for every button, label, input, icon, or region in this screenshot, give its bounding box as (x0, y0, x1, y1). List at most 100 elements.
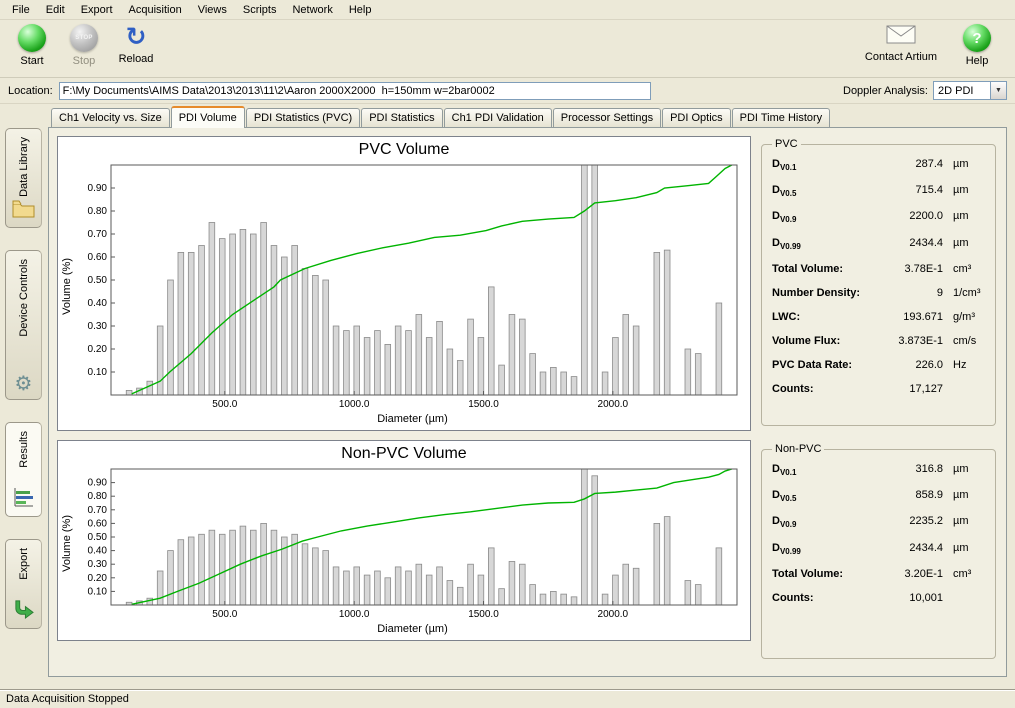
sidebar-item-export[interactable]: Export (5, 539, 42, 629)
svg-text:2000.0: 2000.0 (598, 399, 629, 410)
stat-value: 226.0 (879, 359, 943, 371)
stat-unit: µm (943, 237, 985, 249)
svg-text:1000.0: 1000.0 (339, 609, 370, 620)
pvc-volume-chart-title: PVC Volume (58, 139, 750, 160)
gear-icon: ⚙ (15, 374, 33, 394)
tab-page-pdi-volume: PVC Volume Volume (%) 0.100.200.300.400.… (48, 127, 1007, 677)
menu-item-file[interactable]: File (4, 1, 38, 19)
svg-text:0.10: 0.10 (88, 367, 108, 378)
nonpvc-volume-chart: Non-PVC Volume Volume (%) 0.100.200.300.… (57, 440, 751, 641)
stat-row-dv0-5: DV0.5715.4µm (772, 178, 985, 204)
stat-unit: µm (943, 542, 985, 554)
reload-button[interactable]: ↻ Reload (112, 24, 160, 65)
stat-row-dv0-99: DV0.992434.4µm (772, 536, 985, 562)
nonpvc-volume-plot: 0.100.200.300.400.500.600.700.800.90500.… (75, 464, 745, 622)
stat-value: 2235.2 (879, 515, 943, 527)
sidebar-item-results[interactable]: Results (5, 422, 42, 517)
stat-unit: 1/cm³ (943, 287, 985, 299)
tab-pdi-statistics[interactable]: PDI Statistics (361, 108, 442, 127)
contact-artium-button[interactable]: Contact Artium (863, 24, 939, 67)
location-input[interactable] (59, 82, 651, 100)
menu-item-network[interactable]: Network (284, 1, 340, 19)
stat-row-dv0-1: DV0.1287.4µm (772, 152, 985, 178)
nonpvc-y-axis-label: Volume (%) (61, 515, 73, 572)
tab-pdi-volume[interactable]: PDI Volume (171, 106, 245, 128)
stat-label: PVC Data Rate: (772, 359, 879, 371)
svg-text:0.40: 0.40 (88, 298, 108, 309)
sidebar-item-data-library[interactable]: Data Library (5, 128, 42, 228)
doppler-analysis-dropdown[interactable]: 2D PDI ▼ (933, 81, 1007, 100)
menu-item-acquisition[interactable]: Acquisition (121, 1, 190, 19)
stat-unit: µm (943, 210, 985, 222)
chevron-down-icon[interactable]: ▼ (990, 82, 1006, 99)
stat-unit: Hz (943, 359, 985, 371)
pvc-y-axis-label: Volume (%) (61, 258, 73, 315)
tab-pdi-statistics-pvc[interactable]: PDI Statistics (PVC) (246, 108, 360, 127)
stat-value: 858.9 (879, 489, 943, 501)
svg-text:1500.0: 1500.0 (468, 399, 499, 410)
stat-value: 17,127 (879, 383, 943, 395)
tab-processor-settings[interactable]: Processor Settings (553, 108, 661, 127)
stat-row-total-volume: Total Volume:3.78E-1cm³ (772, 257, 985, 281)
nonpvc-stats-title: Non-PVC (772, 443, 824, 455)
stat-row-counts: Counts:17,127 (772, 377, 985, 401)
stat-value: 3.20E-1 (879, 568, 943, 580)
menu-item-export[interactable]: Export (73, 1, 121, 19)
start-button[interactable]: Start (8, 24, 56, 67)
help-label: Help (966, 55, 989, 67)
tab-pdi-time-history[interactable]: PDI Time History (732, 108, 831, 127)
stat-row-dv0-99: DV0.992434.4µm (772, 231, 985, 257)
sidebar-item-device-controls[interactable]: Device Controls ⚙ (5, 250, 42, 400)
reload-icon: ↻ (126, 24, 147, 50)
stat-label: DV0.5 (772, 489, 879, 503)
stop-button[interactable]: STOP Stop (60, 24, 108, 67)
stat-value: 9 (879, 287, 943, 299)
tab-ch1-pdi-validation[interactable]: Ch1 PDI Validation (444, 108, 552, 127)
stop-icon: STOP (70, 24, 98, 52)
status-text: Data Acquisition Stopped (6, 693, 129, 705)
stat-row-dv0-9: DV0.92235.2µm (772, 509, 985, 535)
svg-text:0.40: 0.40 (88, 546, 108, 557)
stat-label: DV0.5 (772, 184, 879, 198)
stat-row-dv0-1: DV0.1316.8µm (772, 457, 985, 483)
stat-label: LWC: (772, 311, 879, 323)
bar-chart-icon (12, 487, 35, 511)
stop-label: Stop (73, 55, 96, 67)
stat-label: DV0.1 (772, 463, 879, 477)
menu-item-scripts[interactable]: Scripts (235, 1, 285, 19)
stat-unit: µm (943, 515, 985, 527)
pvc-stats-group: PVC DV0.1287.4µmDV0.5715.4µmDV0.92200.0µ… (761, 138, 996, 426)
pvc-volume-chart: PVC Volume Volume (%) 0.100.200.300.400.… (57, 136, 751, 431)
status-bar: Data Acquisition Stopped (0, 689, 1015, 708)
menu-item-help[interactable]: Help (341, 1, 380, 19)
svg-text:0.70: 0.70 (88, 229, 108, 240)
svg-text:0.50: 0.50 (88, 532, 108, 543)
help-button[interactable]: ? Help (953, 24, 1001, 67)
sidebar: Data Library Device Controls ⚙ Results (0, 104, 46, 689)
toolbar: Start STOP Stop ↻ Reload Contact Artium … (0, 20, 1015, 78)
doppler-analysis-label: Doppler Analysis: (843, 85, 928, 97)
svg-text:1500.0: 1500.0 (468, 609, 499, 620)
svg-text:0.70: 0.70 (88, 505, 108, 516)
stat-label: DV0.1 (772, 158, 879, 172)
start-label: Start (20, 55, 43, 67)
stat-label: Counts: (772, 383, 879, 395)
stat-value: 287.4 (879, 158, 943, 170)
stat-row-dv0-9: DV0.92200.0µm (772, 204, 985, 230)
svg-text:0.60: 0.60 (88, 518, 108, 529)
menu-item-edit[interactable]: Edit (38, 1, 73, 19)
svg-text:0.50: 0.50 (88, 275, 108, 286)
menu-bar: FileEditExportAcquisitionViewsScriptsNet… (0, 0, 1015, 20)
svg-text:500.0: 500.0 (212, 609, 237, 620)
reload-label: Reload (119, 53, 154, 65)
stat-unit: cm/s (943, 335, 985, 347)
stat-label: Volume Flux: (772, 335, 879, 347)
tab-ch1-velocity-vs-size[interactable]: Ch1 Velocity vs. Size (51, 108, 170, 127)
stat-value: 2434.4 (879, 237, 943, 249)
menu-item-views[interactable]: Views (190, 1, 235, 19)
nonpvc-stats-group: Non-PVC DV0.1316.8µmDV0.5858.9µmDV0.9223… (761, 443, 996, 659)
stat-unit: µm (943, 158, 985, 170)
nonpvc-volume-chart-title: Non-PVC Volume (58, 443, 750, 464)
svg-text:0.90: 0.90 (88, 478, 108, 489)
tab-pdi-optics[interactable]: PDI Optics (662, 108, 731, 127)
